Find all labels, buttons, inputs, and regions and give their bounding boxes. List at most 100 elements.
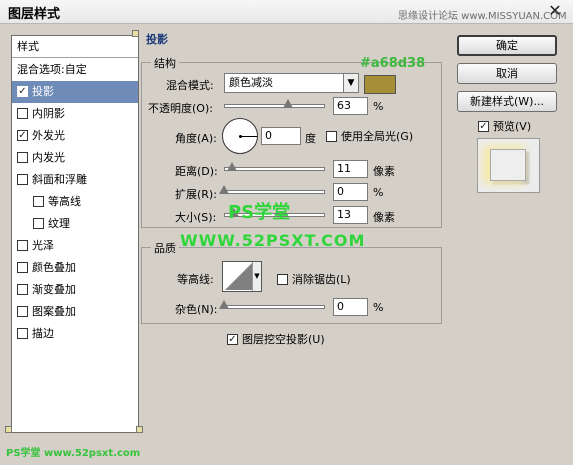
close-icon[interactable]: ✕ [545,2,565,20]
style-list-label: 光泽 [32,239,54,252]
style-list-label: 内发光 [32,151,65,164]
cancel-button[interactable]: 取消 [457,63,557,84]
bottom-left-watermark: PS学堂 www.52psxt.com [6,448,141,459]
style-list-item[interactable]: 等高线 [12,191,138,213]
opacity-input[interactable]: 63 [333,97,368,115]
distance-input[interactable]: 11 [333,160,368,178]
blend-mode-value: 颜色减淡 [229,76,273,89]
style-checkbox[interactable] [17,173,28,185]
noise-label: 杂色(N): [175,303,218,316]
knockout-checkbox[interactable]: ✓ 图层挖空投影(U) [227,331,325,347]
style-checkbox[interactable] [17,305,28,317]
style-list-label: 渐变叠加 [32,283,76,296]
style-list-label: 纹理 [48,217,70,230]
style-list-label: 外发光 [32,129,65,142]
contour-picker[interactable]: ▼ [222,261,262,292]
anti-alias-checkbox[interactable]: 消除锯齿(L) [277,271,351,287]
opacity-slider-thumb[interactable] [282,99,293,108]
new-style-button[interactable]: 新建样式(W)... [457,91,557,112]
style-checkbox[interactable] [17,107,28,119]
style-list-label: 内阴影 [32,107,65,120]
angle-label: 角度(A): [175,132,217,145]
angle-dial[interactable] [222,118,258,154]
spread-slider-thumb[interactable] [219,185,229,194]
style-checkbox[interactable]: ✓ [17,85,28,97]
style-checkbox[interactable] [33,195,44,207]
style-list-item[interactable]: ✓ 外发光 [12,125,138,147]
style-list-item[interactable]: 纹理 [12,213,138,235]
style-list-item[interactable]: 图案叠加 [12,301,138,323]
style-checkbox[interactable] [33,217,44,229]
style-list-item[interactable]: 光泽 [12,235,138,257]
noise-slider-track[interactable] [224,305,325,309]
global-light-checkbox[interactable]: 使用全局光(G) [326,128,413,144]
size-input[interactable]: 13 [333,206,368,224]
style-checkbox[interactable] [17,151,28,163]
preview-label: 预览(V) [493,120,532,133]
style-list-label: 投影 [32,85,54,98]
global-light-check-box [326,130,337,142]
style-list-label: 斜面和浮雕 [32,173,87,186]
style-list-item[interactable]: 混合选项:自定 [12,59,138,81]
corner-marker-icon [5,426,12,433]
section-title-drop-shadow: 投影 [146,33,168,46]
blend-mode-label: 混合模式: [166,79,214,92]
spread-unit: % [373,186,384,199]
knockout-label: 图层挖空投影(U) [242,333,325,346]
shadow-color-swatch[interactable] [364,75,396,94]
style-list: 样式 混合选项:自定 ✓ 投影内阴影 ✓ 外发光内发光斜面和浮雕等高线纹理光泽颜色叠加渐… [11,35,139,433]
opacity-slider-track[interactable] [224,104,325,108]
style-list-item[interactable]: 颜色叠加 [12,257,138,279]
preview-checkbox[interactable]: ✓ 预览(V) [478,118,531,134]
noise-input[interactable]: 0 [333,298,368,316]
style-list-header[interactable]: 样式 [12,36,138,58]
preview-check-box: ✓ [478,120,489,132]
blend-mode-select[interactable]: 颜色减淡 ▼ [224,73,359,93]
distance-label: 距离(D): [175,165,218,178]
style-checkbox[interactable] [17,239,28,251]
quality-group-label: 品质 [151,240,179,256]
ok-button[interactable]: 确定 [457,35,557,56]
style-list-item[interactable]: 内发光 [12,147,138,169]
angle-input[interactable]: 0 [261,127,301,145]
style-checkbox[interactable] [17,327,28,339]
distance-slider-thumb[interactable] [227,162,238,171]
structure-group-label: 结构 [151,55,179,71]
contour-chevron-down-icon: ▼ [252,262,261,291]
spread-input[interactable]: 0 [333,183,368,201]
distance-unit: 像素 [373,165,395,178]
style-list-item[interactable]: 内阴影 [12,103,138,125]
noise-unit: % [373,301,384,314]
size-label: 大小(S): [175,211,217,224]
style-checkbox[interactable]: ✓ [17,129,28,141]
style-list-label: 颜色叠加 [32,261,76,274]
color-hex-label: #a68d38 [360,56,426,71]
style-list-label: 等高线 [48,195,81,208]
contour-label: 等高线: [177,273,214,286]
size-unit: 像素 [373,211,395,224]
style-checkbox[interactable] [17,261,28,273]
anti-alias-check-box [277,273,288,285]
url-watermark: WWW.52PSXT.COM [180,231,366,250]
style-list-label: 描边 [32,327,54,340]
spread-label: 扩展(R): [175,188,217,201]
style-list-item[interactable]: 描边 [12,323,138,345]
style-list-label: 图案叠加 [32,305,76,318]
style-list-item[interactable]: ✓ 投影 [12,81,138,103]
style-checkbox[interactable] [17,283,28,295]
corner-marker-icon [136,426,143,433]
distance-slider-track[interactable] [224,167,325,171]
site-watermark: 思缘设计论坛 www.MISSYUAN.COM [398,11,567,22]
anti-alias-label: 消除锯齿(L) [292,273,351,286]
opacity-label: 不透明度(O): [148,102,213,115]
noise-slider-thumb[interactable] [219,300,229,309]
style-list-item[interactable]: 斜面和浮雕 [12,169,138,191]
ps-watermark: PS学堂 [228,202,291,223]
angle-unit: 度 [305,132,316,145]
window-title: 图层样式 [8,7,61,22]
contour-preview-icon [225,263,252,290]
style-list-label: 混合选项:自定 [17,63,87,76]
spread-slider-track[interactable] [224,190,325,194]
global-light-label: 使用全局光(G) [341,130,414,143]
style-list-item[interactable]: 渐变叠加 [12,279,138,301]
